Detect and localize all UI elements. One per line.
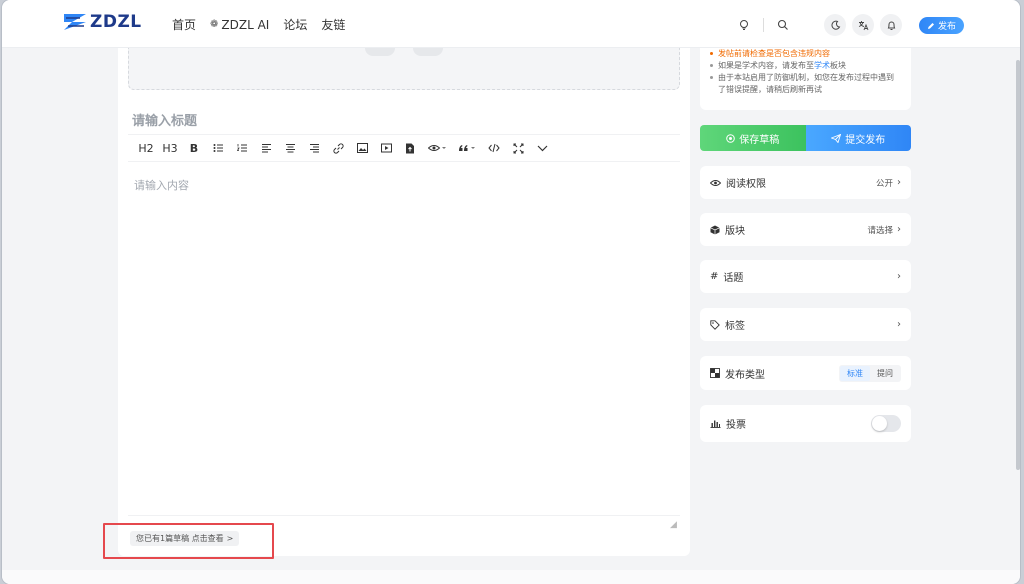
bullet-list-icon[interactable]: [206, 137, 230, 159]
header-separator: [763, 18, 764, 32]
logo-icon: [64, 14, 86, 30]
ordered-list-icon[interactable]: [230, 137, 254, 159]
editor-panel: 请输入标题 H2 H3 B 请输入内容 ◢ 您已有1篇草稿 点击查看 >: [118, 48, 690, 556]
moon-icon[interactable]: [824, 14, 846, 36]
lightbulb-icon[interactable]: [733, 14, 755, 36]
notice-academic-suffix: 板块: [830, 61, 846, 70]
bar-chart-icon: [710, 420, 721, 428]
nav-forum[interactable]: 论坛: [283, 16, 307, 33]
vote-label: 投票: [726, 420, 746, 431]
nav-zdzl-ai[interactable]: ❁ ZDZL AI: [210, 16, 269, 33]
read-permission-label: 阅读权限: [726, 179, 766, 190]
site-logo[interactable]: ZDZL: [62, 11, 142, 33]
topic-label: 话题: [723, 273, 744, 284]
content-input[interactable]: 请输入内容: [134, 177, 189, 193]
topic-row[interactable]: # 话题 ›: [700, 260, 911, 293]
h2-button[interactable]: H2: [134, 137, 158, 159]
read-permission-row[interactable]: 阅读权限 公开 ›: [700, 166, 911, 199]
eye-icon: [710, 179, 721, 186]
eye-dropdown-icon[interactable]: [422, 137, 452, 159]
fullscreen-icon[interactable]: [506, 137, 530, 159]
action-buttons: 保存草稿 提交发布: [700, 125, 911, 151]
logo-text: ZDZL: [90, 12, 142, 32]
tags-row[interactable]: 标签 ›: [700, 308, 911, 341]
publish-type-question[interactable]: 提问: [870, 366, 900, 381]
nav-home[interactable]: 首页: [172, 16, 196, 33]
align-right-icon[interactable]: [302, 137, 326, 159]
header-actions: [818, 14, 902, 36]
academic-link[interactable]: 学术: [814, 61, 830, 70]
bell-icon[interactable]: [880, 14, 902, 36]
notice-academic-prefix: 如果是学术内容，请发布至: [718, 61, 814, 70]
header-tools: [733, 14, 794, 36]
h3-button[interactable]: H3: [158, 137, 182, 159]
window-bottom: [2, 570, 1020, 584]
save-draft-button[interactable]: 保存草稿: [700, 125, 806, 151]
ai-icon: ❁: [210, 19, 219, 30]
section-label: 版块: [725, 226, 745, 237]
page-scrollbar[interactable]: [1016, 60, 1020, 470]
notice-academic: 如果是学术内容，请发布至学术板块: [710, 60, 901, 72]
title-input[interactable]: 请输入标题: [132, 110, 197, 129]
send-icon: [831, 133, 842, 143]
header-publish-label: 发布: [937, 22, 956, 32]
publish-type-standard[interactable]: 标准: [840, 365, 870, 381]
video-icon[interactable]: [374, 137, 398, 159]
chevron-right-icon: ›: [897, 224, 901, 235]
resize-handle-icon[interactable]: ◢: [670, 520, 677, 530]
chevron-right-icon: ›: [897, 271, 901, 282]
align-left-icon[interactable]: [254, 137, 278, 159]
vote-row: 投票: [700, 405, 911, 442]
pencil-icon: [927, 22, 934, 29]
main-nav: 首页 ❁ ZDZL AI 论坛 友链: [172, 16, 345, 33]
cover-decor-left: [365, 48, 395, 56]
chevron-right-icon: ›: [897, 319, 901, 330]
align-center-icon[interactable]: [278, 137, 302, 159]
cover-upload-area[interactable]: [128, 48, 680, 90]
highlight-box: [103, 523, 274, 559]
nav-links-label: 友链: [321, 18, 346, 32]
search-icon[interactable]: [772, 14, 794, 36]
publish-type-switch: 标准 提问: [839, 364, 901, 382]
hash-icon: #: [710, 271, 719, 282]
notice-defense: 由于本站启用了防御机制，如您在发布过程中遇到了错误提醒，请稍后刷新再试: [710, 72, 901, 96]
submit-label: 提交发布: [845, 134, 886, 146]
nav-home-label: 首页: [172, 18, 197, 32]
tag-icon: [710, 319, 720, 330]
top-header: ZDZL 首页 ❁ ZDZL AI 论坛 友链 发布: [2, 0, 1020, 48]
publish-notice-card: 发帖前请检查是否包含违规内容 如果是学术内容，请发布至学术板块 由于本站启用了防…: [700, 48, 911, 110]
quote-dropdown-icon[interactable]: [452, 137, 482, 159]
code-icon[interactable]: [482, 137, 506, 159]
header-publish-button[interactable]: 发布: [919, 17, 964, 34]
image-icon[interactable]: [350, 137, 374, 159]
nav-forum-label: 论坛: [283, 18, 308, 32]
submit-button[interactable]: 提交发布: [805, 125, 911, 151]
editor-divider: [128, 515, 680, 516]
checker-icon: [710, 368, 720, 378]
nav-links[interactable]: 友链: [321, 16, 345, 33]
cube-icon: [710, 225, 720, 234]
file-upload-icon[interactable]: [398, 137, 422, 159]
nav-ai-label: ZDZL AI: [221, 17, 270, 32]
read-permission-value: 公开: [875, 178, 893, 189]
cover-decor-right: [413, 48, 443, 56]
translate-icon[interactable]: [852, 14, 874, 36]
chevron-right-icon: ›: [897, 177, 901, 188]
editor-toolbar: H2 H3 B: [128, 134, 680, 162]
section-row[interactable]: 版块 请选择 ›: [700, 213, 911, 246]
bold-button[interactable]: B: [182, 137, 206, 159]
notice-warning: 发帖前请检查是否包含违规内容: [710, 48, 901, 60]
browser-window: ZDZL 首页 ❁ ZDZL AI 论坛 友链 发布 请输入标题 H2 H3 B…: [2, 0, 1020, 584]
publish-type-row: 发布类型 标准 提问: [700, 356, 911, 390]
vote-toggle[interactable]: [871, 415, 901, 432]
save-draft-label: 保存草稿: [739, 134, 780, 146]
tags-label: 标签: [725, 321, 745, 332]
section-value: 请选择: [867, 225, 893, 236]
chevron-down-icon[interactable]: [530, 137, 554, 159]
link-icon[interactable]: [326, 137, 350, 159]
publish-type-label: 发布类型: [725, 369, 765, 381]
save-icon: [726, 133, 736, 143]
